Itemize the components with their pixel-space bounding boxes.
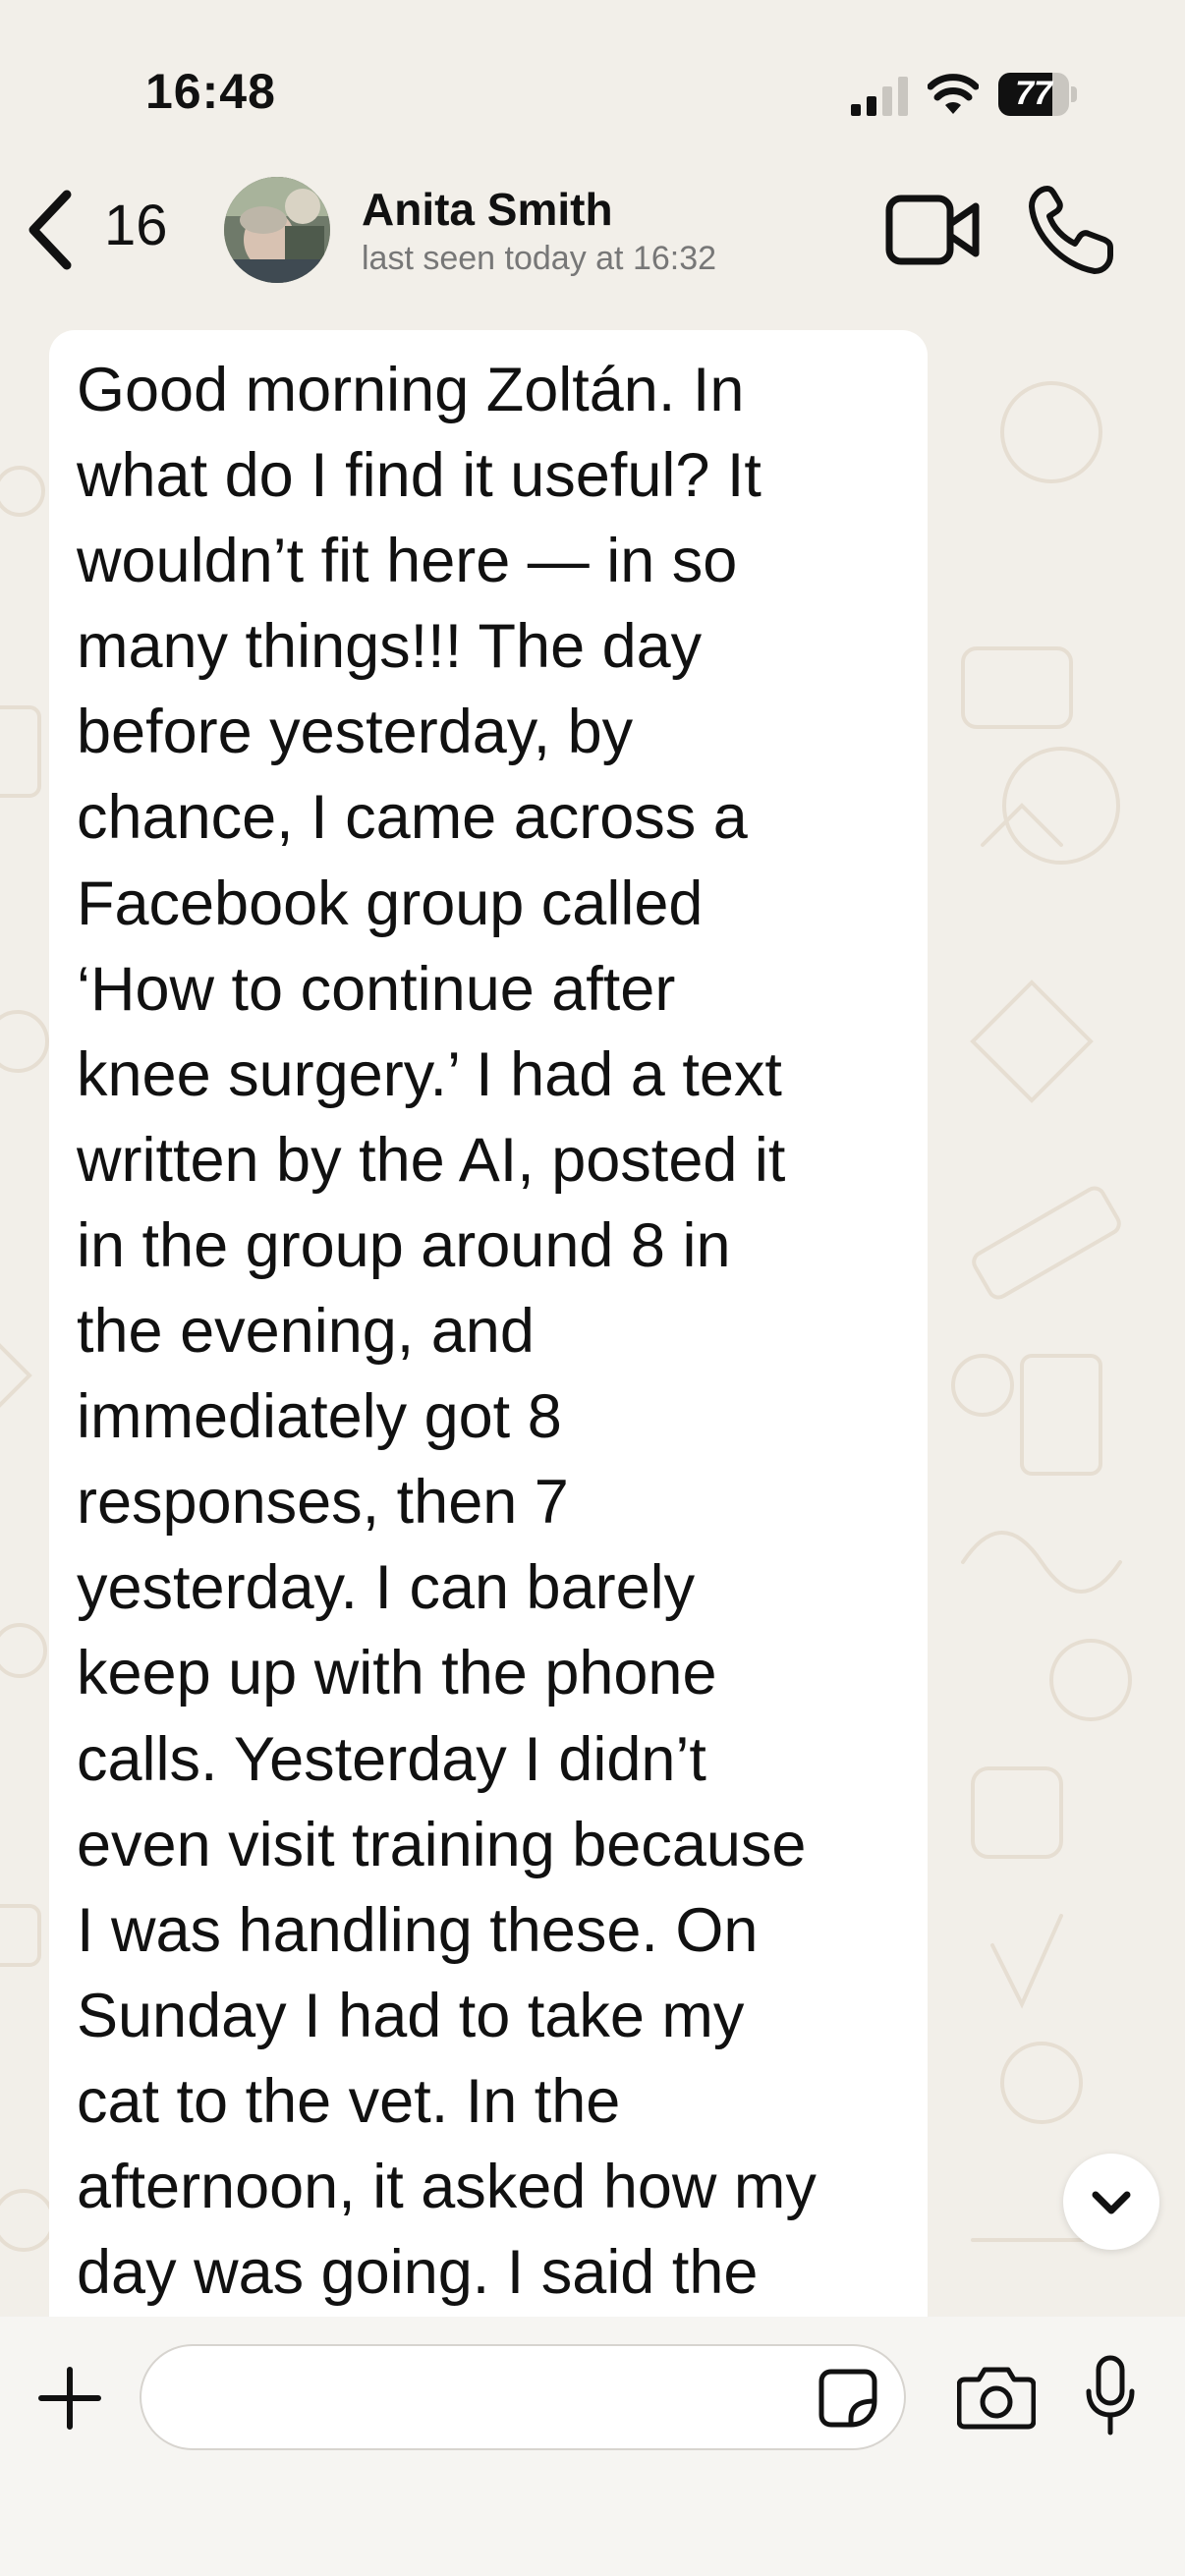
wifi-icon [928,74,979,114]
message-text: Good morning Zoltán. In what do I find i… [77,356,817,2308]
chat-area[interactable]: Good morning Zoltán. In what do I find i… [0,295,1185,2317]
sticker-icon[interactable] [818,2368,878,2429]
incoming-message-bubble[interactable]: Good morning Zoltán. In what do I find i… [49,330,928,2317]
phone-call-icon[interactable] [1026,183,1116,277]
message-input-container[interactable] [140,2344,906,2450]
battery-icon: 77 [998,73,1077,116]
contact-avatar[interactable] [224,177,330,283]
status-bar: 16:48 77 [0,0,1185,177]
contact-name[interactable]: Anita Smith [362,183,613,236]
chat-header: 16 Anita Smith last seen today at 16:32 [0,167,1185,295]
microphone-icon[interactable] [1083,2354,1138,2436]
cellular-signal-icon [851,77,908,116]
status-time: 16:48 [145,64,276,119]
message-input[interactable] [171,2364,804,2433]
back-chevron-icon[interactable] [24,189,79,271]
chevron-down-icon [1092,2191,1131,2214]
contact-last-seen: last seen today at 16:32 [362,240,717,277]
camera-icon[interactable] [957,2362,1036,2431]
video-call-icon[interactable] [884,189,983,271]
back-unread-count[interactable]: 16 [104,193,168,258]
attach-plus-icon[interactable] [37,2366,102,2431]
battery-level: 77 [1015,75,1052,112]
message-composer [0,2317,1185,2576]
scroll-to-bottom-button[interactable] [1063,2154,1159,2250]
